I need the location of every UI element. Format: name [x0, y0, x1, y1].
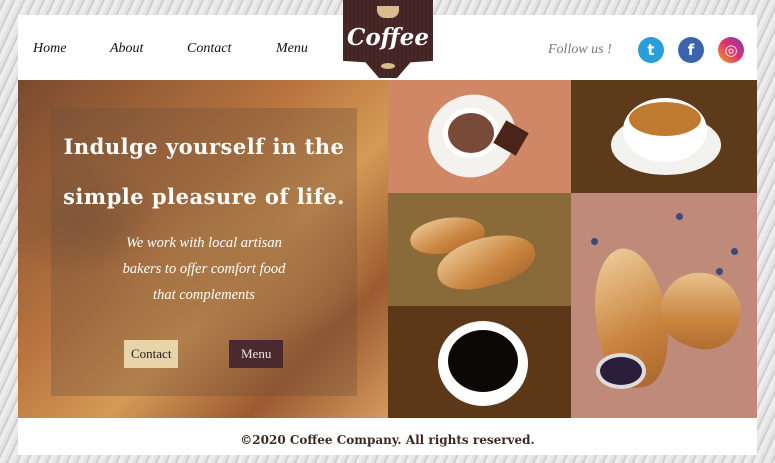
facebook-icon[interactable]: f — [678, 37, 704, 63]
hero-subtitle: We work with local artisan bakers to off… — [51, 230, 357, 308]
header: Home About Contact Menu Coffee Follow us… — [18, 0, 757, 80]
footer-copyright: ©2020 Coffee Company. All rights reserve… — [240, 433, 535, 447]
hero-title-line1: Indulge yourself in the — [63, 134, 345, 159]
coffee-cup-icon — [377, 6, 399, 18]
page: Home About Contact Menu Coffee Follow us… — [18, 0, 757, 455]
tile-black-coffee — [388, 306, 571, 418]
hero-title-line2: simple pleasure of life. — [63, 184, 345, 209]
coffee-beans-icon — [381, 63, 395, 69]
tile-latte — [571, 80, 757, 193]
instagram-icon[interactable]: ◎ — [718, 37, 744, 63]
subtitle-line: bakers to offer comfort food — [122, 261, 286, 277]
tile-hot-chocolate — [388, 80, 571, 193]
logo-text: Coffee — [347, 24, 429, 51]
logo[interactable]: Coffee — [343, 0, 433, 78]
follow-label: Follow us ! — [548, 42, 612, 57]
contact-button[interactable]: Contact — [124, 340, 179, 368]
hero-section: Indulge yourself in the simple pleasure … — [18, 80, 388, 418]
nav-menu[interactable]: Menu — [276, 41, 308, 57]
nav-about[interactable]: About — [110, 41, 143, 57]
nav-home[interactable]: Home — [33, 41, 66, 57]
subtitle-line: We work with local artisan — [126, 235, 282, 251]
menu-button[interactable]: Menu — [229, 340, 284, 368]
hero-overlay: Indulge yourself in the simple pleasure … — [51, 108, 357, 396]
twitter-icon[interactable]: t — [638, 37, 664, 63]
nav-contact[interactable]: Contact — [187, 41, 231, 57]
tile-croissants — [388, 193, 571, 306]
subtitle-line: that complements — [153, 287, 255, 303]
tile-croissants-blueberries — [571, 193, 757, 418]
